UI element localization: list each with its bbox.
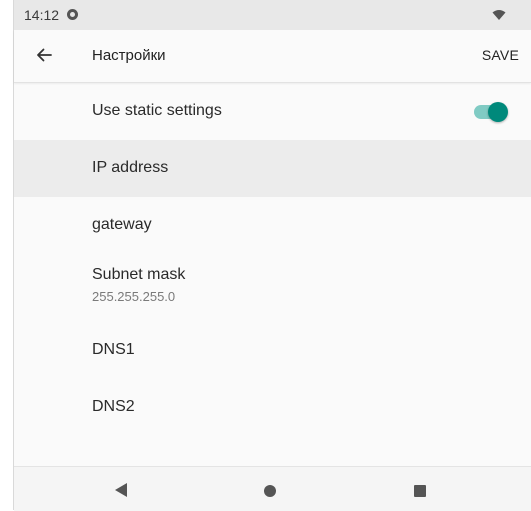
setting-item-title: DNS1	[92, 341, 135, 358]
static-settings-row[interactable]: Use static settings	[14, 83, 531, 140]
android-screen: 14:12 Настройки SAVE Use static settings…	[14, 0, 531, 511]
wifi-icon	[492, 10, 506, 20]
toggle-thumb	[488, 102, 508, 122]
status-bar: 14:12	[14, 0, 531, 30]
setting-item-dns2[interactable]: DNS2	[14, 379, 531, 436]
setting-item-title: DNS2	[92, 398, 135, 415]
page-title: Настройки	[92, 47, 166, 64]
settings-list: Use static settings IP address gateway S…	[14, 83, 531, 436]
save-button[interactable]: SAVE	[482, 47, 519, 63]
static-settings-toggle[interactable]	[474, 101, 508, 122]
setting-item-gateway[interactable]: gateway	[14, 197, 531, 254]
square-recents-icon[interactable]	[414, 485, 426, 497]
setting-item-title: IP address	[92, 159, 169, 176]
status-time: 14:12	[24, 7, 60, 23]
arrow-left-icon[interactable]	[34, 45, 54, 65]
setting-item-subnet-mask[interactable]: Subnet mask 255.255.255.0	[14, 254, 531, 322]
setting-item-title: gateway	[92, 216, 152, 233]
triangle-back-icon[interactable]	[114, 482, 128, 498]
setting-item-dns1[interactable]: DNS1	[14, 322, 531, 379]
notification-app-icon	[67, 9, 78, 20]
setting-item-ip-address[interactable]: IP address	[14, 140, 531, 197]
static-settings-label: Use static settings	[92, 102, 222, 119]
navigation-bar	[14, 466, 531, 511]
setting-item-value: 255.255.255.0	[92, 289, 176, 304]
circle-home-icon[interactable]	[264, 485, 276, 497]
setting-item-title: Subnet mask	[92, 266, 186, 283]
app-bar: Настройки SAVE	[14, 30, 531, 83]
